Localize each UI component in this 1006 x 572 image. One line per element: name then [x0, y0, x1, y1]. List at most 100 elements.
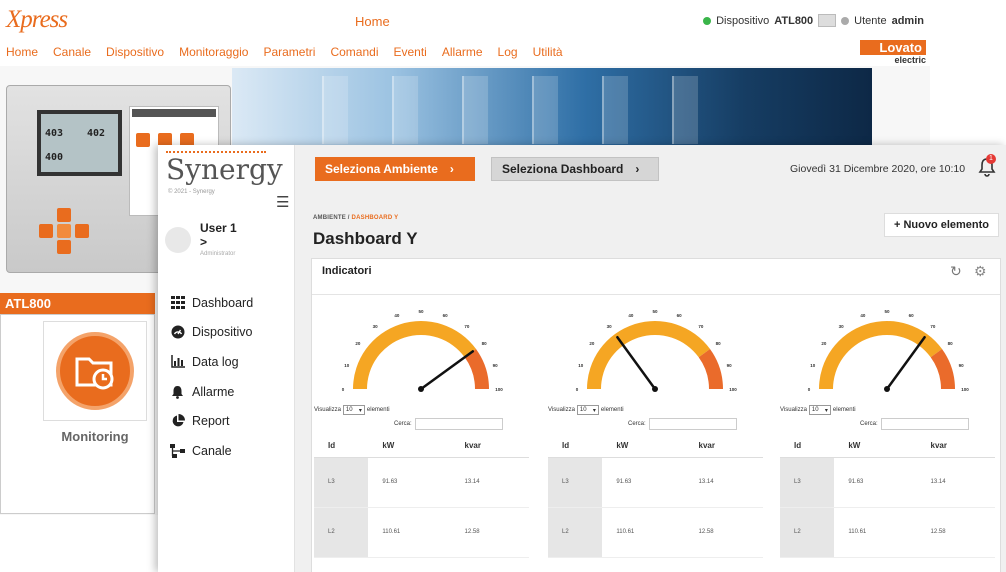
sidebar-item-datalog[interactable]: Data log: [170, 347, 253, 377]
gauge-tick-label: 30: [373, 324, 379, 329]
panel-title: Indicatori: [322, 265, 372, 277]
menu-item-monitoraggio[interactable]: Monitoraggio: [179, 45, 248, 59]
sidebar: Synergy © 2021 - Synergy ☰ User 1 > Admi…: [158, 145, 295, 572]
select-environment-button[interactable]: Seleziona Ambiente ›: [315, 157, 475, 181]
sidebar-item-label: Dashboard: [192, 295, 254, 310]
menu-item-allarme[interactable]: Allarme: [442, 45, 483, 59]
cell-kw: 110.61: [834, 507, 917, 558]
breadcrumb-current: DASHBOARD Y: [351, 215, 399, 221]
gauge-widget: 0 10 20 30 40 50 60 70 80 90 100 Visualizza 10 ▾ el…: [548, 301, 763, 572]
gauge-svg: 0 10 20 30 40 50 60 70 80 90 100: [576, 309, 737, 392]
cell-kw: 110.61: [602, 507, 685, 558]
user-chevron-icon[interactable]: >: [200, 235, 207, 249]
xpress-status-bar: Dispositivo ATL800 Utente admin: [703, 14, 924, 27]
data-table: Id kW kvar L3 91.63 13.14 L2 110.61 12.5…: [314, 435, 529, 558]
current-datetime: Giovedì 31 Dicembre 2020, ore 10:10: [790, 163, 966, 175]
gauge-tick-label: 100: [729, 387, 737, 392]
gauge-hub: [418, 386, 424, 392]
table-row: L3 91.63 13.14: [548, 457, 763, 508]
gauge-tick-label: 70: [464, 324, 470, 329]
search-input[interactable]: [414, 418, 503, 430]
cell-kw: 110.61: [368, 507, 451, 558]
menu-item-log[interactable]: Log: [498, 45, 518, 59]
menu-item-parametri[interactable]: Parametri: [263, 45, 315, 59]
notification-badge: 1: [986, 154, 996, 164]
gauge-tick-label: 40: [628, 313, 634, 318]
gear-icon[interactable]: ⚙: [974, 263, 987, 280]
gauge-tick-label: 10: [578, 363, 584, 368]
page-size-select[interactable]: 10 ▾: [576, 405, 599, 415]
page-title: Dashboard Y: [313, 229, 418, 248]
gauge-tick-label: 80: [482, 341, 488, 346]
sidebar-item-report[interactable]: Report: [170, 406, 253, 436]
column-header[interactable]: kW: [602, 435, 685, 458]
indicators-panel: Indicatori ↻ ⚙ 0 10 20 30 40 50 60 70 80 90 100 Vi…: [311, 258, 1001, 572]
monitoring-tile[interactable]: [43, 321, 147, 421]
sidebar-item-allarme[interactable]: Allarme: [170, 377, 253, 407]
show-suffix: elementi: [366, 407, 390, 413]
menu-item-comandi[interactable]: Comandi: [330, 45, 378, 59]
xpress-page-title: Home: [355, 14, 390, 29]
avatar[interactable]: [165, 227, 191, 253]
gauge-tick-label: 30: [607, 324, 613, 329]
user-value[interactable]: admin: [892, 15, 924, 27]
show-prefix: Visualizza: [780, 407, 807, 413]
device-card: Monitoring: [0, 314, 155, 514]
gauge-tick-label: 40: [394, 313, 400, 318]
gauge-svg: 0 10 20 30 40 50 60 70 80 90 100: [342, 309, 503, 392]
column-header[interactable]: kvar: [450, 435, 529, 458]
sidebar-item-dispositivo[interactable]: Dispositivo: [170, 318, 253, 348]
page-size-select[interactable]: 10 ▾: [342, 405, 365, 415]
pie-icon: [170, 414, 185, 428]
cell-kvar: 13.14: [450, 457, 529, 508]
device-value[interactable]: ATL800: [774, 15, 813, 27]
user-name[interactable]: User 1: [200, 221, 237, 235]
search-input[interactable]: [880, 418, 969, 430]
connection-status-icon: [703, 16, 712, 25]
menu-item-home[interactable]: Home: [6, 45, 38, 59]
gauge-tick-label: 80: [948, 341, 954, 346]
breadcrumb-root[interactable]: AMBIENTE: [313, 215, 346, 221]
gauge-needle: [616, 335, 657, 391]
gauge-tick-label: 0: [808, 387, 811, 392]
hamburger-menu-icon[interactable]: ☰: [276, 193, 289, 211]
menu-item-utilita[interactable]: Utilità: [533, 45, 563, 59]
select-dashboard-button[interactable]: Seleziona Dashboard ›: [491, 157, 659, 181]
column-header[interactable]: kW: [368, 435, 451, 458]
column-header[interactable]: Id: [780, 435, 835, 458]
gauge-hub: [652, 386, 658, 392]
menu-item-eventi[interactable]: Eventi: [394, 45, 427, 59]
table-row: L2 110.61 12.58: [548, 507, 763, 558]
table-row: L3 91.63 13.14: [780, 457, 995, 508]
new-element-button[interactable]: + Nuovo elemento: [884, 213, 999, 237]
data-table: Id kW kvar L3 91.63 13.14 L2 110.61 12.5…: [548, 435, 763, 558]
notification-bell-icon[interactable]: 1: [978, 154, 998, 179]
column-header[interactable]: Id: [548, 435, 603, 458]
gauge-tick-label: 70: [930, 324, 936, 329]
gauge-svg: 0 10 20 30 40 50 60 70 80 90 100: [808, 309, 969, 392]
cell-id: L2: [548, 507, 603, 558]
show-suffix: elementi: [600, 407, 624, 413]
gauge-tick-label: 50: [884, 309, 890, 314]
menu-item-dispositivo[interactable]: Dispositivo: [106, 45, 164, 59]
page-size-select[interactable]: 10 ▾: [808, 405, 831, 415]
search-input[interactable]: [648, 418, 737, 430]
banner-image: [232, 68, 872, 148]
search-control: Cerca:: [860, 418, 969, 430]
column-header[interactable]: kvar: [684, 435, 763, 458]
chevron-down-icon: ▾: [592, 407, 596, 414]
network-icon: [170, 443, 185, 458]
column-header[interactable]: kW: [834, 435, 917, 458]
sidebar-item-dashboard[interactable]: Dashboard: [170, 288, 253, 318]
gauge-tick-label: 100: [961, 387, 969, 392]
brand-name: Lovato: [860, 40, 926, 55]
sidebar-item-canale[interactable]: Canale: [170, 436, 253, 466]
refresh-icon[interactable]: ↻: [950, 263, 962, 280]
column-header[interactable]: Id: [314, 435, 369, 458]
device-selector-icon[interactable]: [818, 14, 837, 27]
menu-item-canale[interactable]: Canale: [53, 45, 91, 59]
cell-kvar: 13.14: [684, 457, 763, 508]
column-header[interactable]: kvar: [916, 435, 995, 458]
cell-id: L2: [314, 507, 369, 558]
gauge-tick-label: 60: [443, 313, 449, 318]
